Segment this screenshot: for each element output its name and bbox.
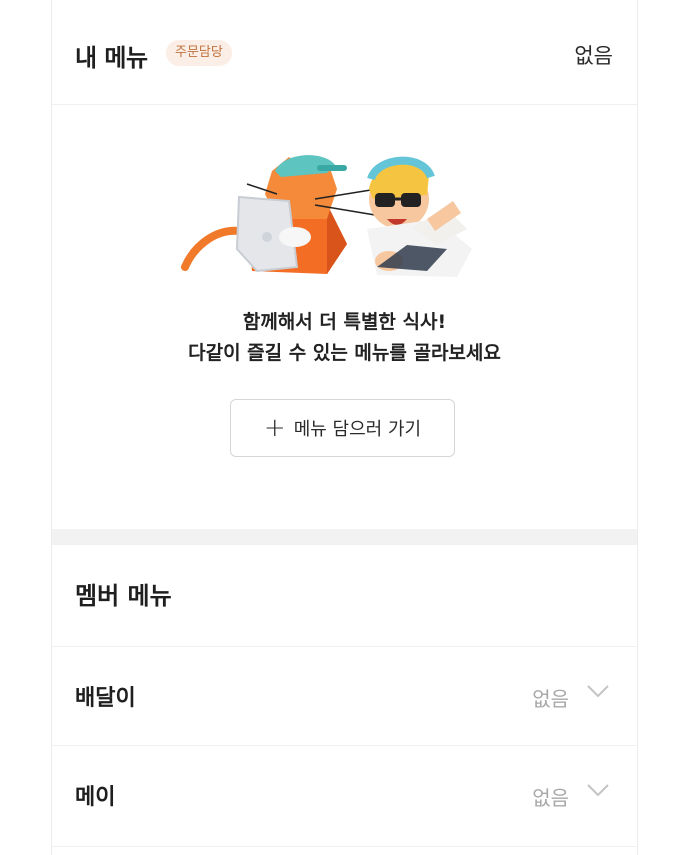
plus-icon: + xyxy=(263,413,286,443)
member-row[interactable]: 배달이 없음 xyxy=(52,646,637,745)
empty-message-line2: 다같이 즐길 수 있는 메뉴를 골라보세요 xyxy=(188,342,501,364)
add-menu-label: 메뉴 담으러 가기 xyxy=(293,419,422,440)
empty-message: 함께해서 더 특별한 식사! 다같이 즐길 수 있는 메뉴를 골라보세요 xyxy=(52,307,637,369)
role-badge: 주문담당 xyxy=(166,40,232,66)
member-menu-title: 멤버 메뉴 xyxy=(75,582,172,610)
member-status: 없음 xyxy=(532,786,569,810)
empty-state: 함께해서 더 특별한 식사! 다같이 즐길 수 있는 메뉴를 골라보세요 + 메… xyxy=(52,105,637,529)
add-menu-button[interactable]: + 메뉴 담으러 가기 xyxy=(230,399,455,457)
my-menu-status: 없음 xyxy=(574,44,613,68)
chevron-down-icon xyxy=(587,784,609,797)
order-panel: 내 메뉴 주문담당 없음 함께해서 더 특별한 식사! 다같이 즐길 수 있는 … xyxy=(51,0,638,855)
empty-message-line1: 함께해서 더 특별한 식사! xyxy=(242,311,447,333)
member-name: 메이 xyxy=(75,785,116,810)
member-name: 배달이 xyxy=(75,686,136,711)
bottom-divider xyxy=(52,846,637,847)
my-menu-header: 내 메뉴 주문담당 없음 xyxy=(52,0,637,105)
member-status: 없음 xyxy=(532,687,569,711)
page-title: 내 메뉴 xyxy=(75,44,148,72)
member-row[interactable]: 메이 없음 xyxy=(52,745,637,844)
chevron-down-icon xyxy=(587,685,609,698)
section-divider xyxy=(52,529,637,545)
cat-and-character-illustration xyxy=(181,155,472,277)
